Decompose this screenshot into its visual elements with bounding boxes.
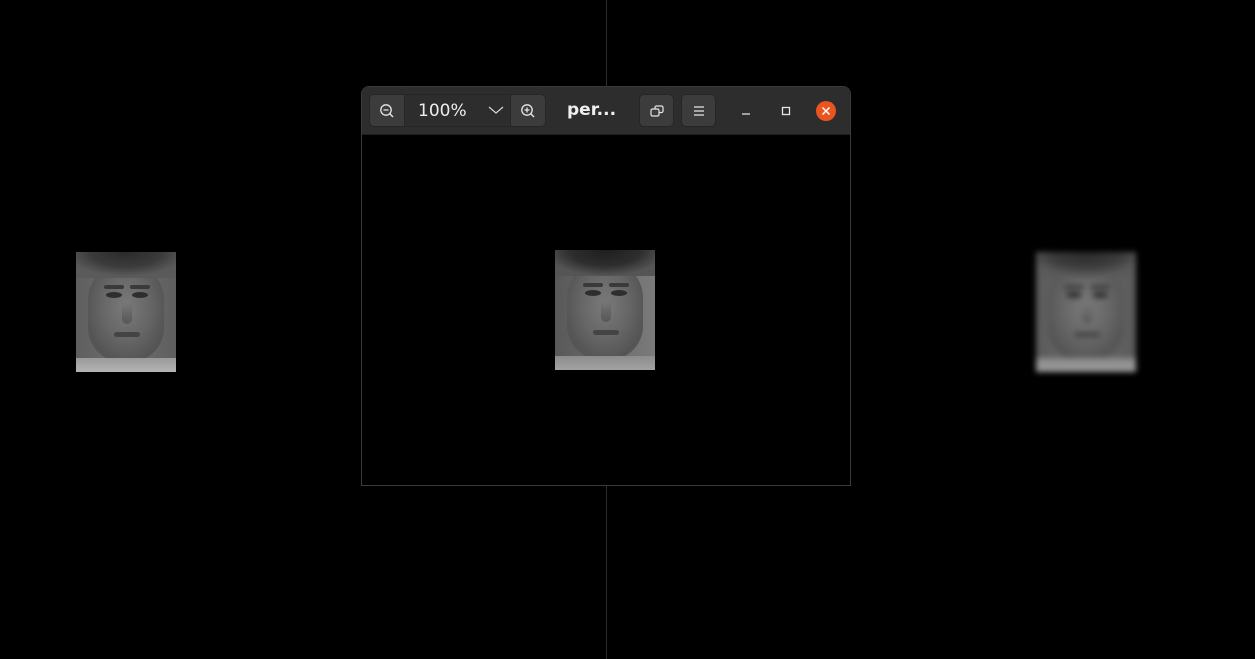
main-menu-button[interactable]	[681, 94, 716, 127]
headerbar: 100% per...	[362, 87, 850, 135]
face-image-displayed	[555, 250, 655, 370]
zoom-out-icon	[380, 103, 394, 117]
maximize-button[interactable]	[776, 101, 796, 121]
hamburger-menu-icon	[693, 105, 704, 116]
desktop: 100% per...	[0, 0, 1255, 659]
zoom-out-button[interactable]	[370, 95, 405, 126]
rotate-icon	[649, 104, 664, 117]
close-button[interactable]	[816, 101, 836, 121]
minimize-button[interactable]	[736, 101, 756, 121]
face-image-right-blurred	[1036, 252, 1136, 372]
zoom-level-value: 100%	[418, 100, 467, 121]
window-title: per...	[567, 100, 617, 120]
rotate-button[interactable]	[639, 94, 674, 127]
zoom-in-icon	[521, 103, 535, 117]
chevron-down-icon	[488, 106, 504, 114]
image-viewer-window: 100% per...	[361, 86, 851, 486]
face-image-left	[76, 252, 176, 372]
minimize-icon	[742, 113, 750, 115]
zoom-control-group: 100%	[369, 94, 546, 127]
zoom-level-dropdown[interactable]: 100%	[404, 95, 512, 126]
image-canvas[interactable]	[362, 135, 850, 485]
maximize-icon	[781, 106, 791, 116]
zoom-in-button[interactable]	[510, 95, 545, 126]
close-icon	[821, 106, 831, 116]
